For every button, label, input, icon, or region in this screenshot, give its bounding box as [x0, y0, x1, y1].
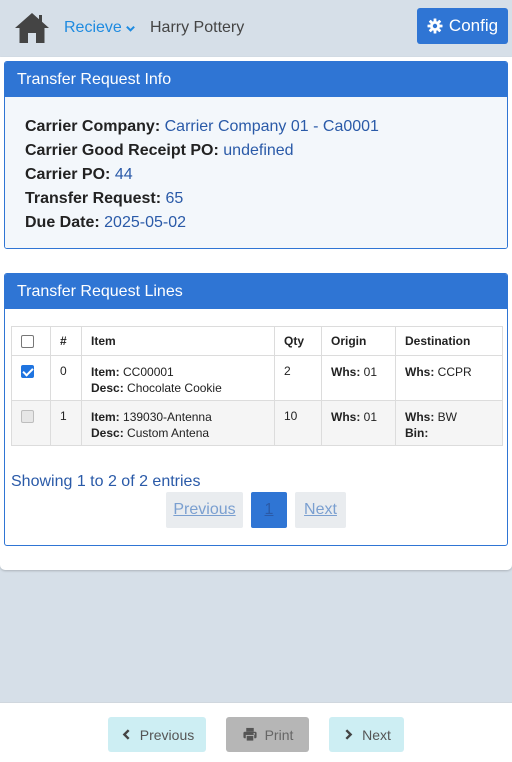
- previous-button[interactable]: Previous: [108, 717, 206, 752]
- home-icon[interactable]: [13, 11, 51, 45]
- item-label: Item:: [91, 365, 120, 379]
- lines-table: # Item Qty Origin Destination 0 Item: CC…: [11, 326, 503, 446]
- whs-label: Whs:: [405, 410, 435, 424]
- col-header-destination: Destination: [395, 326, 503, 356]
- row-item-cell: Item: CC00001 Desc: Chocolate Cookie: [81, 355, 275, 401]
- chevron-right-icon: [345, 729, 353, 740]
- info-value: 44: [114, 166, 133, 183]
- transfer-request-info-card: Transfer Request Info Carrier Company: C…: [4, 61, 508, 249]
- previous-label: Previous: [139, 726, 195, 743]
- print-button[interactable]: Print: [226, 717, 309, 752]
- content-panel: Transfer Request Info Carrier Company: C…: [0, 57, 512, 570]
- select-all-checkbox[interactable]: [21, 335, 34, 349]
- col-header-item: Item: [81, 326, 275, 356]
- printer-icon: [243, 727, 257, 742]
- row-qty: 2: [274, 355, 322, 401]
- row-qty: 10: [274, 400, 322, 446]
- chevron-down-icon: [125, 25, 135, 32]
- pagination-next[interactable]: Next: [295, 492, 346, 528]
- origin-whs: 01: [363, 365, 378, 379]
- row-select-cell: [11, 400, 51, 446]
- bottom-action-bar: Previous Print Next: [0, 702, 512, 762]
- row-destination-cell: Whs: BW Bin:: [395, 400, 503, 446]
- row-origin-cell: Whs: 01: [321, 400, 396, 446]
- carrier-grpo-row: Carrier Good Receipt PO: undefined: [25, 139, 487, 163]
- gear-icon: [427, 18, 443, 34]
- col-header-num: #: [50, 326, 82, 356]
- row-select-cell: [11, 355, 51, 401]
- transfer-request-row: Transfer Request: 65: [25, 187, 487, 211]
- info-value: Carrier Company 01 - Ca0001: [164, 118, 379, 135]
- col-header-origin: Origin: [321, 326, 396, 356]
- whs-label: Whs:: [405, 365, 435, 379]
- due-date-row: Due Date: 2025-05-02: [25, 211, 487, 235]
- info-label: Carrier Good Receipt PO:: [25, 142, 219, 159]
- row-destination-cell: Whs: CCPR: [395, 355, 503, 401]
- row-checkbox: [21, 410, 34, 424]
- next-button[interactable]: Next: [329, 717, 404, 752]
- top-bar: Recieve Harry Pottery Config: [0, 0, 512, 56]
- row-num: 1: [50, 400, 82, 446]
- entries-info: Showing 1 to 2 of 2 entries: [11, 473, 201, 490]
- lines-card-title: Transfer Request Lines: [5, 274, 507, 309]
- item-label: Item:: [91, 410, 120, 424]
- receive-menu-label: Recieve: [64, 19, 122, 36]
- pagination-page-1[interactable]: 1: [251, 492, 287, 528]
- info-label: Transfer Request:: [25, 190, 162, 207]
- config-label: Config: [448, 16, 499, 35]
- carrier-company-row: Carrier Company: Carrier Company 01 - Ca…: [25, 115, 487, 139]
- desc-label: Desc:: [91, 426, 124, 440]
- table-row[interactable]: 0 Item: CC00001 Desc: Chocolate Cookie 2…: [11, 355, 503, 401]
- print-label: Print: [264, 726, 294, 743]
- next-label: Next: [362, 726, 391, 743]
- table-header-row: # Item Qty Origin Destination: [11, 326, 503, 356]
- item-desc: Custom Antena: [127, 426, 210, 440]
- select-all-cell: [11, 326, 51, 356]
- info-value: undefined: [223, 142, 294, 159]
- chevron-left-icon: [122, 729, 130, 740]
- info-label: Carrier Company:: [25, 118, 161, 135]
- info-value: 65: [165, 190, 184, 207]
- whs-label: Whs:: [331, 410, 361, 424]
- desc-label: Desc:: [91, 381, 124, 395]
- dest-whs: BW: [437, 410, 458, 424]
- col-header-qty: Qty: [274, 326, 322, 356]
- item-code: CC00001: [123, 365, 174, 379]
- row-checkbox[interactable]: [21, 365, 34, 379]
- item-code: 139030-Antenna: [123, 410, 212, 424]
- whs-label: Whs:: [331, 365, 361, 379]
- dest-whs: CCPR: [437, 365, 472, 379]
- carrier-po-row: Carrier PO: 44: [25, 163, 487, 187]
- origin-whs: 01: [363, 410, 378, 424]
- info-card-body: Carrier Company: Carrier Company 01 - Ca…: [5, 97, 507, 248]
- row-item-cell: Item: 139030-Antenna Desc: Custom Antena: [81, 400, 275, 446]
- row-num: 0: [50, 355, 82, 401]
- bin-label: Bin:: [405, 426, 429, 440]
- row-origin-cell: Whs: 01: [321, 355, 396, 401]
- item-desc: Chocolate Cookie: [127, 381, 222, 395]
- transfer-request-lines-card: Transfer Request Lines # Item Qty Origin…: [4, 273, 508, 546]
- info-card-title: Transfer Request Info: [5, 62, 507, 97]
- table-row[interactable]: 1 Item: 139030-Antenna Desc: Custom Ante…: [11, 400, 503, 446]
- pagination-previous[interactable]: Previous: [166, 492, 243, 528]
- info-label: Carrier PO:: [25, 166, 111, 183]
- receive-menu-dropdown[interactable]: Recieve: [64, 19, 136, 37]
- config-button[interactable]: Config: [417, 8, 508, 44]
- info-label: Due Date:: [25, 214, 100, 231]
- info-value: 2025-05-02: [104, 214, 186, 231]
- pagination: Previous 1 Next: [166, 492, 346, 528]
- user-name: Harry Pottery: [150, 19, 245, 36]
